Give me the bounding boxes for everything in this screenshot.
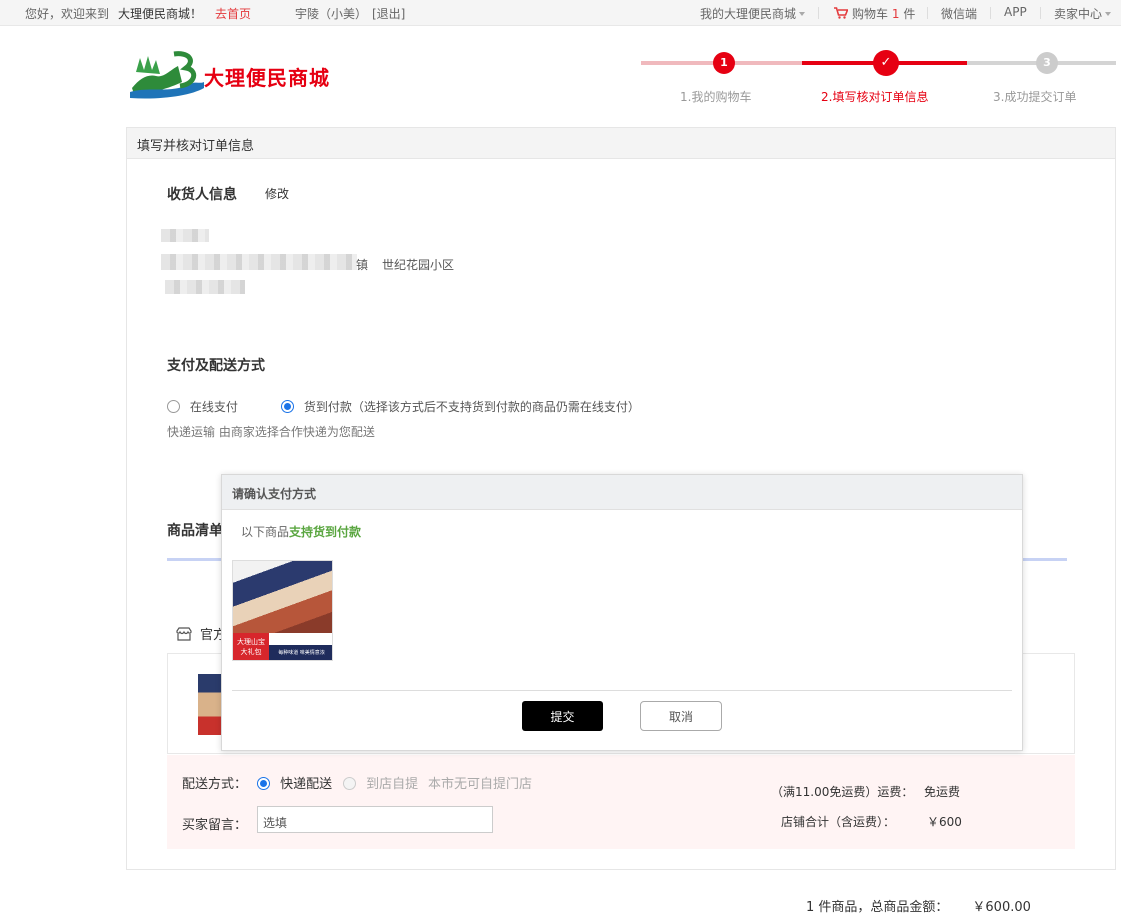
radio-online[interactable] bbox=[167, 400, 180, 413]
top-bar: 您好，欢迎来到 大理便民商城！ 去首页 宇陵（小美） [退出] 我的大理便民商城… bbox=[0, 0, 1121, 26]
step-3-badge: 3 bbox=[1036, 52, 1058, 74]
cart-unit: 件 bbox=[903, 7, 916, 21]
user-name[interactable]: 宇陵（小美） bbox=[295, 5, 367, 22]
buyer-message-label: 买家留言： bbox=[182, 818, 248, 833]
cart-link[interactable]: 购物车 1 件 bbox=[834, 5, 915, 22]
store-icon bbox=[176, 627, 192, 641]
express-option[interactable]: 快递配送 bbox=[257, 773, 332, 792]
product-label-2: 大礼包 bbox=[240, 648, 262, 656]
step-2-label: 2.填写核对订单信息 bbox=[821, 90, 929, 104]
step-1-label: 1.我的购物车 bbox=[680, 90, 752, 104]
order-summary: 1 件商品，总商品金额： ￥600.00 bbox=[806, 896, 1031, 915]
divider bbox=[927, 7, 928, 19]
cod-option[interactable]: 货到付款（选择该方式后不支持货到付款的商品仍需在线支付） bbox=[281, 398, 640, 415]
online-payment-option[interactable]: 在线支付 bbox=[167, 398, 238, 415]
logo-text: 大理便民商城 bbox=[204, 66, 330, 90]
order-steps: 1 ✓ 3 1.我的购物车 2.填写核对订单信息 3.成功提交订单 bbox=[641, 50, 1116, 110]
chevron-down-icon bbox=[1105, 12, 1112, 16]
confirm-payment-dialog: 请确认支付方式 以下商品支持货到付款 大理山宝大礼包 每种味道 味美情意浓 提交… bbox=[221, 474, 1023, 751]
product-tag: 每种味道 味美情意浓 bbox=[269, 645, 332, 660]
my-mall-menu[interactable]: 我的大理便民商城 bbox=[700, 5, 806, 22]
step-1-badge: 1 bbox=[713, 52, 735, 74]
panel-title: 填写并核对订单信息 bbox=[127, 128, 1115, 159]
store-total-value: ￥600 bbox=[927, 815, 962, 829]
address-suffix-town: 镇 bbox=[356, 258, 369, 272]
wechat-link[interactable]: 微信端 bbox=[941, 5, 977, 22]
delivery-note: 快递运输 由商家选择合作快递为您配送 bbox=[167, 425, 375, 439]
logout-link[interactable]: [退出] bbox=[372, 5, 405, 22]
app-link[interactable]: APP bbox=[1004, 5, 1027, 19]
home-link[interactable]: 去首页 bbox=[215, 5, 251, 22]
store-total-label: 店铺合计（含运费）： bbox=[781, 815, 896, 829]
radio-pickup[interactable] bbox=[343, 777, 356, 790]
logo-mountain-icon bbox=[130, 51, 204, 99]
address-suffix-community: 世纪花园小区 bbox=[382, 258, 455, 272]
divider bbox=[990, 7, 991, 19]
cart-count: 1 bbox=[891, 7, 900, 21]
edit-receiver-link[interactable]: 修改 bbox=[265, 185, 289, 202]
welcome-text: 您好，欢迎来到 bbox=[25, 7, 110, 21]
shipping-section bbox=[167, 755, 1075, 849]
dialog-divider bbox=[232, 690, 1012, 691]
product-box-art bbox=[233, 561, 332, 633]
summary-amount: ￥600.00 bbox=[972, 900, 1031, 915]
dialog-message: 以下商品支持货到付款 bbox=[241, 523, 361, 540]
redacted-phone bbox=[165, 280, 245, 294]
my-mall-label: 我的大理便民商城 bbox=[700, 7, 797, 21]
step-3-label: 3.成功提交订单 bbox=[993, 90, 1077, 104]
cart-icon bbox=[834, 7, 849, 19]
pickup-note: 本市无可自提门店 bbox=[428, 777, 533, 792]
goods-title: 商品清单 bbox=[167, 523, 223, 539]
summary-text: 1 件商品，总商品金额： bbox=[806, 900, 949, 915]
payment-title: 支付及配送方式 bbox=[167, 358, 265, 374]
receiver-title: 收货人信息 bbox=[167, 187, 237, 203]
divider bbox=[1040, 7, 1041, 19]
cod-label: 货到付款（选择该方式后不支持货到付款的商品仍需在线支付） bbox=[303, 400, 640, 414]
pickup-label: 到店自提 bbox=[366, 777, 419, 792]
product-red-badge: 大理山宝 大礼包 bbox=[233, 633, 269, 660]
online-label: 在线支付 bbox=[189, 400, 238, 414]
site-name: 大理便民商城！ bbox=[118, 7, 203, 21]
buyer-message-input[interactable]: 选填 bbox=[257, 806, 493, 833]
cancel-button[interactable]: 取消 bbox=[640, 701, 722, 731]
product-label-1: 大理山宝 bbox=[237, 638, 265, 646]
site-logo[interactable]: 大理便民商城 bbox=[130, 48, 330, 100]
pickup-option[interactable]: 到店自提 bbox=[343, 773, 418, 792]
redacted-name bbox=[161, 229, 209, 242]
radio-express[interactable] bbox=[257, 777, 270, 790]
chevron-down-icon bbox=[799, 12, 806, 16]
check-icon: ✓ bbox=[873, 50, 899, 76]
divider bbox=[818, 7, 819, 19]
redacted-address bbox=[161, 254, 357, 270]
express-label: 快递配送 bbox=[280, 777, 333, 792]
product-image[interactable]: 大理山宝大礼包 每种味道 味美情意浓 bbox=[232, 560, 333, 661]
dialog-title: 请确认支付方式 bbox=[222, 475, 1022, 510]
shipping-method-label: 配送方式： bbox=[182, 777, 248, 792]
store-name: 官方 bbox=[176, 624, 226, 643]
seller-center-menu[interactable]: 卖家中心 bbox=[1054, 5, 1112, 22]
dialog-message-prefix: 以下商品 bbox=[241, 525, 290, 539]
radio-cod[interactable] bbox=[281, 400, 294, 413]
freight-value: 免运费 bbox=[924, 785, 961, 799]
freight-label: （满11.00免运费）运费： bbox=[771, 785, 914, 799]
seller-center-label: 卖家中心 bbox=[1054, 7, 1103, 21]
submit-button[interactable]: 提交 bbox=[522, 701, 603, 731]
dialog-message-highlight: 支持货到付款 bbox=[289, 525, 362, 539]
cart-label: 购物车 bbox=[852, 7, 889, 21]
